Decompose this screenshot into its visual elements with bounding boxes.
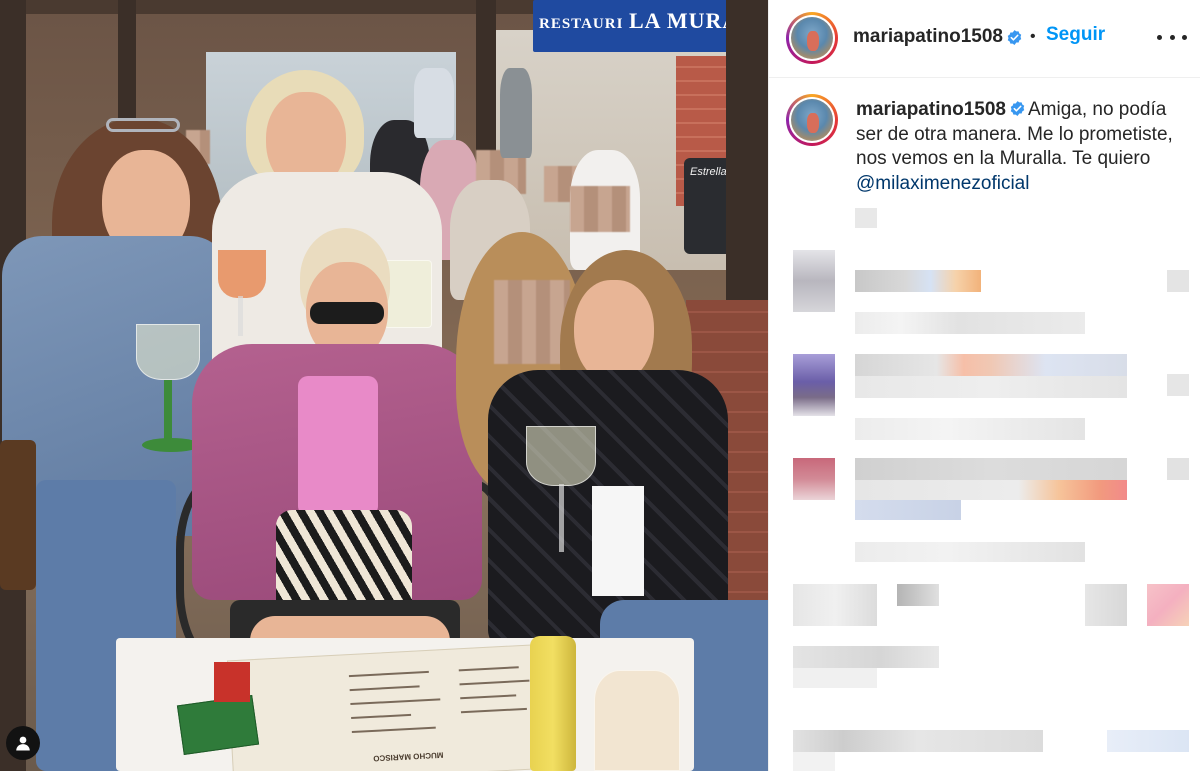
author-avatar[interactable] <box>786 12 838 64</box>
person-face <box>574 280 654 384</box>
pixelated-comment <box>1085 584 1127 626</box>
printed-tshirt <box>298 376 378 516</box>
verified-badge-icon <box>1007 30 1022 45</box>
lighter-box <box>214 662 250 702</box>
pixelated-comment <box>855 500 961 520</box>
glass-stem <box>238 296 243 336</box>
wine-glass <box>136 324 200 380</box>
post-header: mariapatino1508 • Seguir <box>769 0 1200 78</box>
glass-stem <box>559 484 564 552</box>
water-glass <box>384 260 432 328</box>
pixelated-like <box>1147 584 1189 626</box>
glass-stem <box>164 380 172 442</box>
pixelated-comment <box>793 730 1043 752</box>
pixelated-avatar <box>793 458 835 500</box>
caption-mention[interactable]: @milaximenezoficial <box>856 173 1029 194</box>
restaurant-sign-text: RESTAURI <box>539 16 624 32</box>
pixelated-comment <box>793 646 939 668</box>
pixelated-comment <box>855 458 1127 480</box>
pixelated-like <box>1167 374 1189 396</box>
pixelated-timestamp <box>855 208 877 228</box>
post-caption: mariapatino1508 Amiga, no podía ser de o… <box>856 98 1186 196</box>
pixelated-comment <box>897 584 939 606</box>
pixelated-comment <box>793 668 877 688</box>
background-person <box>500 68 532 158</box>
follow-button[interactable]: Seguir <box>1046 24 1105 46</box>
pixelated-avatar <box>793 354 835 416</box>
sunglasses <box>310 302 384 324</box>
pixelated-avatar <box>793 584 877 626</box>
author-username[interactable]: mariapatino1508 <box>853 26 1003 48</box>
blurred-face <box>494 280 570 364</box>
more-options-icon[interactable] <box>1157 24 1187 50</box>
background-person <box>414 68 454 138</box>
pixelated-like <box>1167 270 1189 292</box>
header-separator: • <box>1030 28 1036 45</box>
pixelated-comment <box>793 752 835 771</box>
white-undershirt <box>592 486 644 596</box>
user-tag-icon <box>16 736 30 751</box>
cocktail-glass <box>218 250 266 298</box>
pixelated-comment <box>855 376 1127 398</box>
pixelated-comment <box>1107 730 1189 752</box>
caption-avatar[interactable] <box>786 94 838 146</box>
menu-card: MUCHO MARISCO <box>226 643 554 771</box>
pixelated-comment <box>855 354 1127 376</box>
tobacco-pack <box>176 694 260 756</box>
pixelated-comment-meta <box>855 312 1085 334</box>
caption-username[interactable]: mariapatino1508 <box>856 99 1006 120</box>
post-sidebar: mariapatino1508 • Seguir mariapatino1508… <box>768 0 1200 771</box>
user-tag-button[interactable] <box>6 726 40 760</box>
sunglasses-on-head <box>106 118 180 132</box>
wine-glass <box>594 670 680 771</box>
wine-glass <box>526 426 596 486</box>
pixelated-avatar <box>793 250 835 312</box>
menu-title: MUCHO MARISCO <box>373 750 444 763</box>
pixelated-comment <box>855 270 981 292</box>
pixelated-like <box>1167 458 1189 480</box>
verified-badge-icon <box>1010 101 1025 116</box>
blurred-face <box>570 186 630 232</box>
handbag <box>0 440 36 590</box>
pixelated-comment-meta <box>855 542 1085 562</box>
soda-bottle <box>530 636 576 771</box>
post-photo[interactable]: RESTAURI LA MURALL Estrella Gali MUCHO M… <box>0 0 768 771</box>
pixelated-comment <box>855 480 1127 500</box>
pixelated-comment-meta <box>855 418 1085 440</box>
